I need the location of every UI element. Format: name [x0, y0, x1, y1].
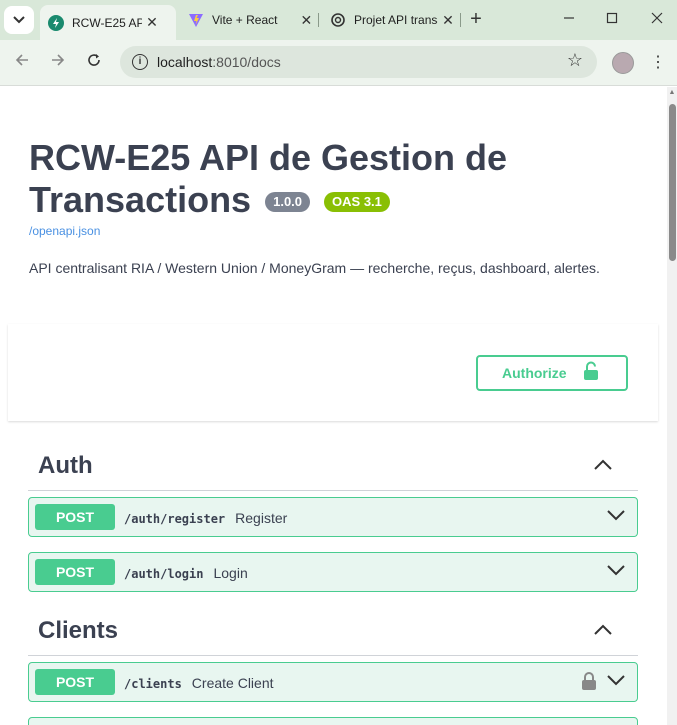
method-badge: POST [35, 504, 115, 530]
tab-divider [318, 13, 319, 27]
tab-strip: RCW-E25 API de Gestion de Transactions -… [0, 0, 677, 40]
forward-icon[interactable] [47, 52, 69, 74]
api-description: API centralisant RIA / Western Union / M… [29, 260, 600, 276]
scroll-up-arrow-icon[interactable]: ▲ [667, 89, 677, 99]
unlock-icon [583, 361, 599, 386]
bookmark-star-icon[interactable]: ☆ [567, 50, 583, 71]
operation-row[interactable]: POST /auth/login Login [28, 552, 638, 592]
chevron-down-icon [13, 16, 25, 24]
swagger-page: RCW-E25 API de Gestion de Transactions 1… [0, 87, 667, 725]
authorize-label: Authorize [502, 365, 567, 381]
maximize-icon[interactable] [600, 8, 624, 30]
operation-summary: Create Client [191, 675, 274, 691]
operation-path: /clients Create Client [124, 675, 274, 691]
chevron-down-icon[interactable] [607, 508, 625, 526]
operation-row[interactable]: POST /clients Create Client [28, 662, 638, 702]
tab-vite[interactable]: Vite + React ✕ [180, 5, 316, 35]
chevron-up-icon[interactable] [594, 623, 612, 641]
tab-title: Vite + React [212, 13, 278, 27]
operation-summary: Register [235, 510, 288, 526]
tab-search-button[interactable] [4, 6, 34, 34]
site-info-icon[interactable]: i [132, 54, 148, 70]
tab-title: Projet API transactions [354, 13, 438, 27]
tab-swagger[interactable]: RCW-E25 API de Gestion de Transactions -… [40, 5, 176, 40]
tab-projet[interactable]: Projet API transactions ✕ [322, 5, 458, 35]
profile-avatar[interactable] [612, 52, 634, 74]
method-badge: POST [35, 669, 115, 695]
operation-path: /auth/register Register [124, 510, 288, 526]
scrollbar-thumb[interactable] [669, 104, 676, 261]
address-bar[interactable]: i localhost:8010/docs ☆ [120, 46, 597, 78]
url-text[interactable]: localhost:8010/docs [157, 54, 281, 70]
chevron-up-icon[interactable] [594, 458, 612, 476]
close-tab-icon[interactable]: ✕ [438, 12, 458, 29]
openai-icon [330, 12, 346, 28]
lock-icon[interactable] [581, 671, 597, 696]
version-badge: 1.0.0 [265, 192, 311, 212]
close-tab-icon[interactable]: ✕ [297, 12, 316, 29]
chevron-down-icon[interactable] [607, 563, 625, 581]
new-tab-icon[interactable]: + [466, 8, 486, 30]
method-badge: POST [35, 559, 115, 585]
back-icon[interactable] [11, 52, 33, 74]
swagger-icon [48, 14, 64, 31]
api-title: RCW-E25 API de Gestion de Transactions 1… [29, 137, 508, 220]
operation-path: /auth/login Login [124, 565, 248, 581]
section-title: Auth [38, 452, 93, 479]
operation-row-partial[interactable] [28, 717, 638, 725]
authorize-button[interactable]: Authorize [476, 355, 628, 391]
browser-toolbar: i localhost:8010/docs ☆ ⋮ [0, 40, 677, 86]
chevron-down-icon[interactable] [607, 673, 625, 691]
oas-badge: OAS 3.1 [324, 192, 390, 212]
close-tab-icon[interactable]: ✕ [142, 14, 162, 31]
browser-menu-icon[interactable]: ⋮ [650, 52, 666, 74]
operation-row[interactable]: POST /auth/register Register [28, 497, 638, 537]
operation-summary: Login [213, 565, 248, 581]
vite-icon [188, 12, 204, 28]
window-close-icon[interactable] [645, 8, 669, 30]
reload-icon[interactable] [83, 52, 105, 74]
minimize-icon[interactable] [557, 8, 581, 30]
section-auth[interactable]: Auth [28, 444, 638, 491]
tab-title: RCW-E25 API de Gestion de Transactions -… [72, 15, 142, 30]
section-clients[interactable]: Clients [28, 609, 638, 656]
openapi-json-link[interactable]: /openapi.json [29, 224, 100, 238]
tab-divider [460, 13, 461, 27]
section-title: Clients [38, 617, 119, 644]
